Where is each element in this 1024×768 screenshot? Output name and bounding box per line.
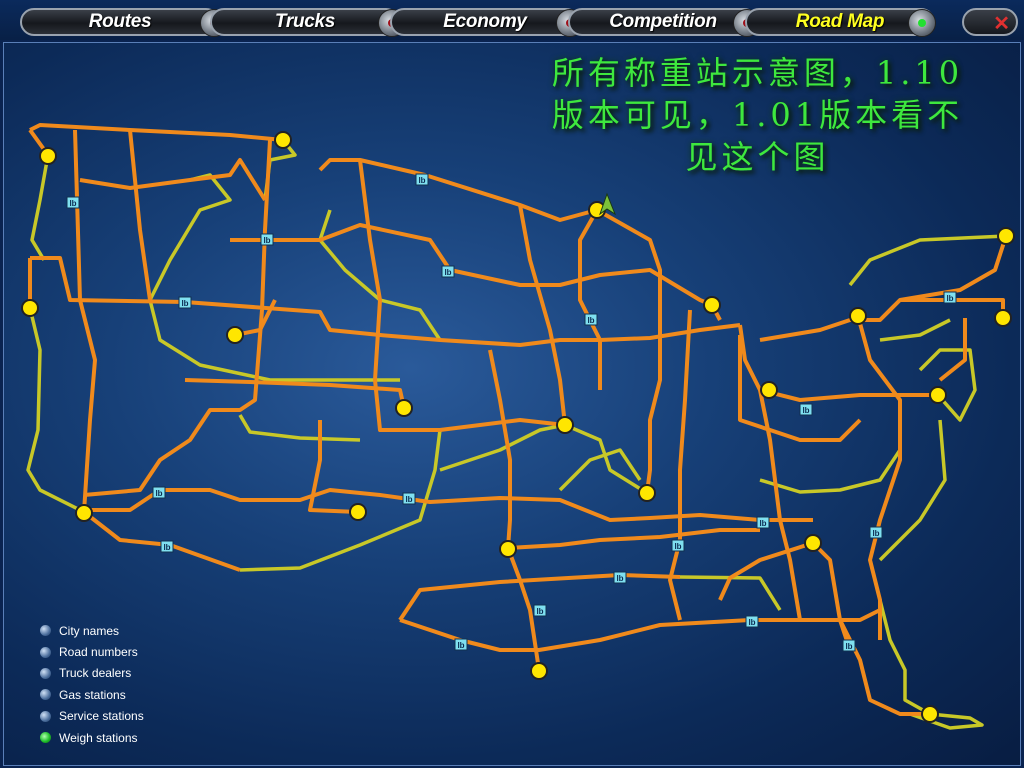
weigh-station-label: lb <box>946 294 953 303</box>
weigh-station-label: lb <box>845 642 852 651</box>
toggle-service-stations[interactable]: Service stations <box>40 706 144 727</box>
city-marker[interactable] <box>556 416 574 434</box>
radio-icon <box>40 710 51 722</box>
weigh-station-icon[interactable]: lb <box>178 296 192 309</box>
weigh-station-label: lb <box>759 519 766 528</box>
weigh-station-icon[interactable]: lb <box>869 526 883 539</box>
map-layer-legend: City names Road numbers Truck dealers Ga… <box>40 620 144 748</box>
radio-icon <box>40 667 51 679</box>
weigh-station-label: lb <box>163 543 170 552</box>
weigh-station-label: lb <box>802 406 809 415</box>
city-marker[interactable] <box>703 296 721 314</box>
annotation-text: 所有称重站示意图，1.10版本可见，1.01版本看不见这个图 <box>551 54 964 176</box>
weigh-station-icon[interactable]: lb <box>441 265 455 278</box>
weigh-station-icon[interactable]: lb <box>584 313 598 326</box>
weigh-station-icon[interactable]: lb <box>745 615 759 628</box>
toggle-road-numbers[interactable]: Road numbers <box>40 641 144 662</box>
radio-icon <box>40 732 51 744</box>
weigh-station-icon[interactable]: lb <box>402 492 416 505</box>
city-marker[interactable] <box>638 484 656 502</box>
weigh-station-icon[interactable]: lb <box>756 516 770 529</box>
toggle-gas-stations[interactable]: Gas stations <box>40 684 144 705</box>
weigh-station-icon[interactable]: lb <box>671 539 685 552</box>
weigh-station-label: lb <box>181 299 188 308</box>
weigh-station-label: lb <box>418 176 425 185</box>
weigh-station-label: lb <box>263 236 270 245</box>
toggle-label: City names <box>59 623 120 638</box>
toggle-label: Gas stations <box>59 687 126 702</box>
weigh-station-label: lb <box>155 489 162 498</box>
city-marker[interactable] <box>804 534 822 552</box>
radio-icon <box>40 689 51 701</box>
toggle-truck-dealers[interactable]: Truck dealers <box>40 663 144 684</box>
city-marker[interactable] <box>997 227 1015 245</box>
highways <box>26 138 1007 730</box>
weigh-station-icon[interactable]: lb <box>943 291 957 304</box>
city-marker[interactable] <box>994 309 1012 327</box>
weigh-station-icon[interactable]: lb <box>454 638 468 651</box>
weigh-station-icon[interactable]: lb <box>842 639 856 652</box>
city-marker[interactable] <box>760 381 778 399</box>
weigh-station-label: lb <box>405 495 412 504</box>
city-marker[interactable] <box>499 540 517 558</box>
weigh-station-icon[interactable]: lb <box>533 604 547 617</box>
toggle-label: Service stations <box>59 709 144 724</box>
city-marker[interactable] <box>929 386 947 404</box>
weigh-station-label: lb <box>587 316 594 325</box>
city-marker[interactable] <box>530 662 548 680</box>
city-marker[interactable] <box>349 503 367 521</box>
weigh-station-icon[interactable]: lb <box>415 173 429 186</box>
city-marker[interactable] <box>75 504 93 522</box>
weigh-station-label: lb <box>616 574 623 583</box>
weigh-station-label: lb <box>674 542 681 551</box>
toggle-weigh-stations[interactable]: Weigh stations <box>40 727 144 748</box>
weigh-station-label: lb <box>748 618 755 627</box>
weigh-station-label: lb <box>444 268 451 277</box>
city-marker[interactable] <box>395 399 413 417</box>
weigh-station-icon[interactable]: lb <box>160 540 174 553</box>
city-marker[interactable] <box>849 307 867 325</box>
radio-icon <box>40 625 51 637</box>
weigh-station-icon[interactable]: lb <box>260 233 274 246</box>
weigh-station-label: lb <box>69 199 76 208</box>
toggle-label: Weigh stations <box>59 730 138 745</box>
cities <box>21 131 1015 723</box>
toggle-city-names[interactable]: City names <box>40 620 144 641</box>
interstates <box>28 123 1008 716</box>
weigh-station-icon[interactable]: lb <box>152 486 166 499</box>
city-marker[interactable] <box>21 299 39 317</box>
city-marker[interactable] <box>274 131 292 149</box>
weigh-station-label: lb <box>457 641 464 650</box>
city-marker[interactable] <box>39 147 57 165</box>
weigh-station-icon[interactable]: lb <box>66 196 80 209</box>
city-marker[interactable] <box>226 326 244 344</box>
toggle-label: Road numbers <box>59 645 138 660</box>
weigh-station-label: lb <box>872 529 879 538</box>
weigh-station-icon[interactable]: lb <box>613 571 627 584</box>
weigh-station-icon[interactable]: lb <box>799 403 813 416</box>
weigh-station-label: lb <box>536 607 543 616</box>
city-marker[interactable] <box>921 705 939 723</box>
toggle-label: Truck dealers <box>59 666 132 681</box>
radio-icon <box>40 646 51 658</box>
